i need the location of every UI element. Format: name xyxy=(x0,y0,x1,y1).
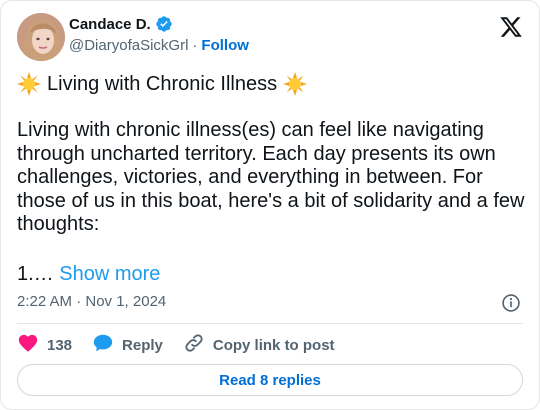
tweet-body: Living with chronic illness(es) can feel… xyxy=(17,119,525,235)
verified-badge-icon xyxy=(155,15,173,33)
author-handle-row: @DiaryofaSickGrl · Follow xyxy=(69,37,249,54)
read-replies-button[interactable]: Read 8 replies xyxy=(17,364,523,396)
sun-emoji-icon xyxy=(17,72,41,96)
reply-button[interactable]: Reply xyxy=(92,332,163,358)
sun-emoji-icon xyxy=(283,72,308,96)
author-name[interactable]: Candace D. xyxy=(69,16,151,33)
tweet-title: Living with Chronic Illness xyxy=(47,73,278,95)
tweet-tail-line: 1.… Show more xyxy=(17,261,160,287)
x-logo-icon[interactable] xyxy=(499,15,523,39)
like-button[interactable]: 138 xyxy=(17,332,72,358)
link-icon xyxy=(183,332,205,358)
speech-bubble-icon xyxy=(92,332,114,358)
tweet-title-line: Living with Chronic Illness xyxy=(17,71,308,97)
divider xyxy=(17,323,523,324)
author-name-row[interactable]: Candace D. xyxy=(69,15,173,33)
likes-count: 138 xyxy=(47,336,73,354)
tweet-embed-card: Candace D. @DiaryofaSickGrl · Follow Liv… xyxy=(0,0,540,410)
avatar[interactable] xyxy=(17,13,65,61)
separator-dot: · xyxy=(192,37,198,54)
tweet-tail-text: 1.… xyxy=(17,263,54,285)
copy-link-button[interactable]: Copy link to post xyxy=(183,332,335,358)
timestamp[interactable]: 2:22 AM · Nov 1, 2024 xyxy=(17,293,166,310)
author-handle[interactable]: @DiaryofaSickGrl xyxy=(69,37,188,54)
action-bar: 138 Reply Copy link to post xyxy=(17,333,355,357)
info-icon[interactable] xyxy=(501,293,521,313)
show-more-link[interactable]: Show more xyxy=(59,263,160,285)
heart-icon xyxy=(17,332,39,358)
follow-button[interactable]: Follow xyxy=(201,37,249,54)
copy-link-label: Copy link to post xyxy=(212,336,335,354)
reply-label: Reply xyxy=(122,336,163,354)
